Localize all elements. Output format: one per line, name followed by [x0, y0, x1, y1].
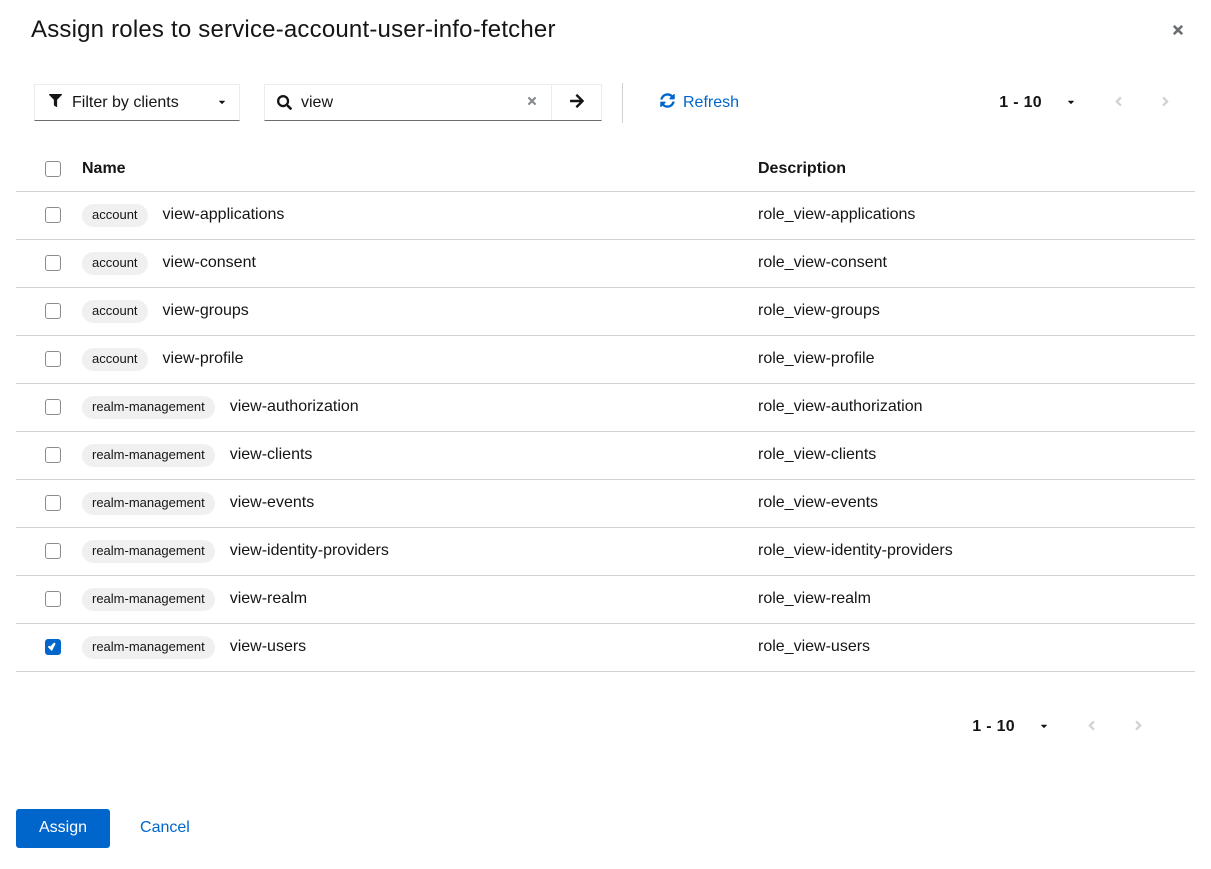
pagination-range: 1 - 10	[972, 718, 1015, 736]
column-header-name: Name	[82, 148, 758, 191]
clear-search-button[interactable]	[513, 85, 551, 120]
arrow-right-icon	[569, 93, 585, 112]
client-badge: account	[82, 300, 148, 323]
table-row: account view-groups role_view-groups	[16, 287, 1195, 335]
table-row: realm-management view-realm role_view-re…	[16, 575, 1195, 623]
filter-label: Filter by clients	[72, 94, 179, 112]
role-name: view-events	[230, 494, 314, 512]
role-description: role_view-profile	[758, 335, 1195, 383]
angle-right-icon	[1134, 718, 1143, 736]
role-description: role_view-groups	[758, 287, 1195, 335]
row-checkbox[interactable]	[45, 399, 61, 415]
pagination-range: 1 - 10	[999, 94, 1042, 112]
client-badge: realm-management	[82, 540, 215, 563]
page-title: Assign roles to service-account-user-inf…	[31, 15, 1151, 45]
filter-icon	[49, 94, 62, 112]
caret-down-icon	[1066, 95, 1076, 110]
role-name: view-applications	[163, 206, 285, 224]
table-row: account view-applications role_view-appl…	[16, 191, 1195, 239]
table-row: account view-consent role_view-consent	[16, 239, 1195, 287]
column-header-description: Description	[758, 148, 1195, 191]
close-icon	[1171, 23, 1185, 40]
row-checkbox[interactable]	[45, 207, 61, 223]
modal-header: Assign roles to service-account-user-inf…	[0, 0, 1211, 45]
roles-table-body: account view-applications role_view-appl…	[16, 191, 1195, 671]
role-description: role_view-events	[758, 479, 1195, 527]
role-name: view-profile	[163, 350, 244, 368]
row-checkbox[interactable]	[45, 351, 61, 367]
row-checkbox[interactable]	[45, 255, 61, 271]
search-input[interactable]	[301, 85, 513, 120]
search-icon	[265, 85, 301, 120]
table-row: realm-management view-users role_view-us…	[16, 623, 1195, 671]
angle-left-icon	[1087, 718, 1096, 736]
role-name: view-consent	[163, 254, 256, 272]
row-checkbox[interactable]	[45, 591, 61, 607]
role-name: view-realm	[230, 590, 307, 608]
filter-by-clients-dropdown[interactable]: Filter by clients	[34, 84, 240, 121]
pagination-prev-button[interactable]	[1114, 94, 1123, 112]
assign-button[interactable]: Assign	[16, 809, 110, 848]
toolbar: Filter by clients Refresh 1 - 10	[34, 84, 1195, 121]
pagination-next-button[interactable]	[1161, 94, 1170, 112]
client-badge: realm-management	[82, 588, 215, 611]
role-description: role_view-clients	[758, 431, 1195, 479]
table-row: realm-management view-events role_view-e…	[16, 479, 1195, 527]
role-description: role_view-identity-providers	[758, 527, 1195, 575]
angle-right-icon	[1161, 94, 1170, 112]
role-name: view-identity-providers	[230, 542, 389, 560]
pagination-next-button[interactable]	[1134, 718, 1143, 736]
row-checkbox[interactable]	[45, 495, 61, 511]
roles-table: Name Description account view-applicatio…	[16, 148, 1195, 672]
client-badge: realm-management	[82, 444, 215, 467]
client-badge: account	[82, 348, 148, 371]
table-row: realm-management view-identity-providers…	[16, 527, 1195, 575]
modal-actions: Assign Cancel	[16, 809, 1211, 848]
row-checkbox[interactable]	[45, 543, 61, 559]
close-button[interactable]	[1167, 20, 1189, 42]
refresh-button[interactable]: Refresh	[660, 93, 739, 113]
cancel-button[interactable]: Cancel	[140, 819, 190, 837]
role-description: role_view-consent	[758, 239, 1195, 287]
role-name: view-clients	[230, 446, 313, 464]
role-name: view-users	[230, 638, 306, 656]
role-description: role_view-realm	[758, 575, 1195, 623]
refresh-icon	[660, 93, 675, 113]
client-badge: account	[82, 204, 148, 227]
row-checkbox[interactable]	[45, 639, 61, 655]
toolbar-divider	[622, 83, 623, 123]
select-all-checkbox[interactable]	[45, 161, 61, 177]
client-badge: account	[82, 252, 148, 275]
chevron-down-icon	[217, 94, 227, 112]
client-badge: realm-management	[82, 396, 215, 419]
role-description: role_view-users	[758, 623, 1195, 671]
pagination-prev-button[interactable]	[1087, 718, 1096, 736]
client-badge: realm-management	[82, 636, 215, 659]
angle-left-icon	[1114, 94, 1123, 112]
role-name: view-authorization	[230, 398, 359, 416]
pagination-menu-toggle[interactable]	[1066, 95, 1076, 110]
search-group	[264, 84, 602, 121]
role-name: view-groups	[163, 302, 249, 320]
row-checkbox[interactable]	[45, 303, 61, 319]
pagination-bottom: 1 - 10	[0, 715, 1143, 739]
client-badge: realm-management	[82, 492, 215, 515]
table-row: realm-management view-clients role_view-…	[16, 431, 1195, 479]
table-row: realm-management view-authorization role…	[16, 383, 1195, 431]
caret-down-icon	[1039, 719, 1049, 734]
search-submit-button[interactable]	[551, 85, 601, 120]
pagination-menu-toggle[interactable]	[1039, 719, 1049, 734]
row-checkbox[interactable]	[45, 447, 61, 463]
role-description: role_view-applications	[758, 191, 1195, 239]
refresh-label: Refresh	[683, 94, 739, 112]
table-header-row: Name Description	[16, 148, 1195, 191]
table-row: account view-profile role_view-profile	[16, 335, 1195, 383]
clear-icon	[526, 95, 538, 110]
role-description: role_view-authorization	[758, 383, 1195, 431]
pagination-top: 1 - 10	[999, 94, 1170, 112]
